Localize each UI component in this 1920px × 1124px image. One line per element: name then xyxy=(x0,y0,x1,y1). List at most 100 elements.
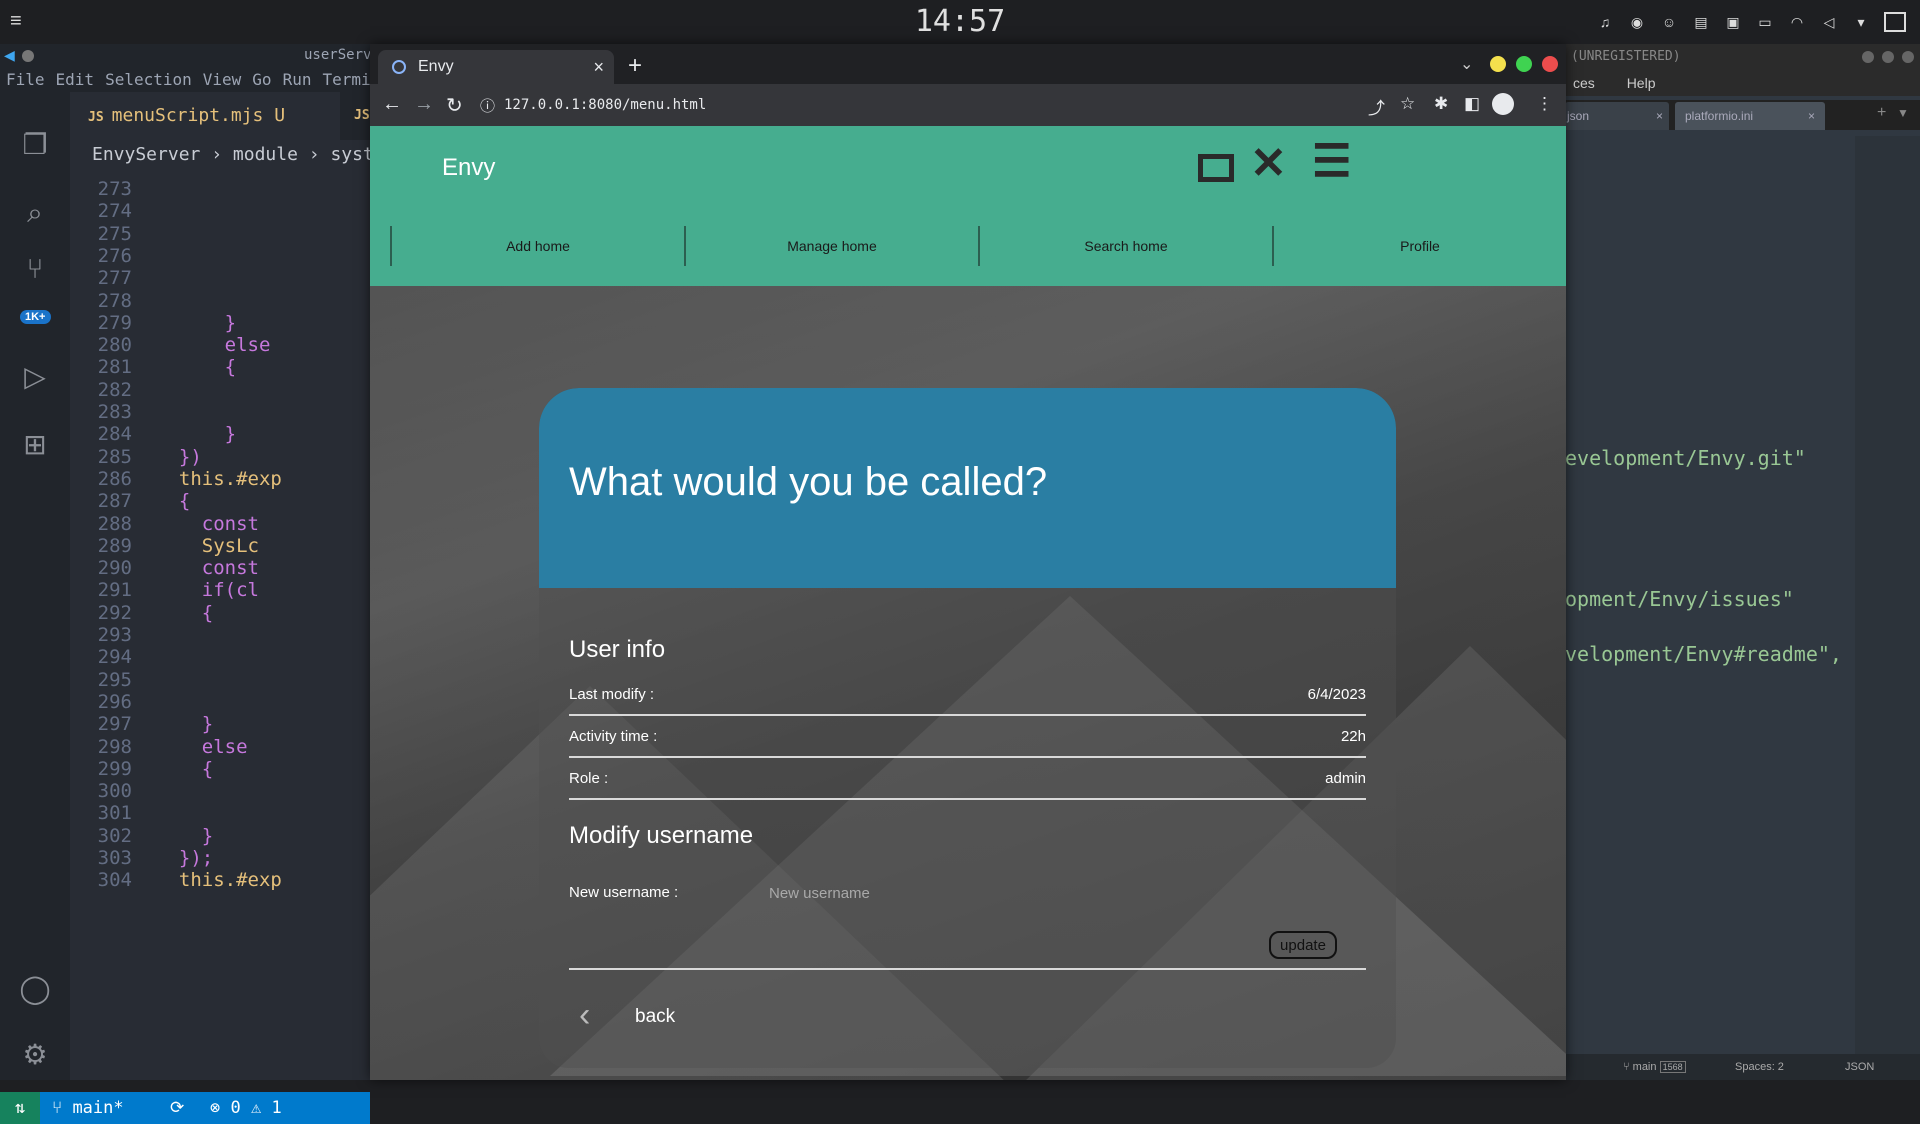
code-line: this.#exp xyxy=(156,467,282,490)
tab-search-icon[interactable]: ⌄ xyxy=(1460,54,1473,74)
menu-go[interactable]: Go xyxy=(252,68,271,92)
battery-icon[interactable]: ▭ xyxy=(1756,13,1774,31)
forward-arrow-icon[interactable]: → xyxy=(414,93,434,116)
minimap[interactable] xyxy=(1855,136,1920,1056)
browser-menu-icon[interactable]: ⋮ xyxy=(1536,94,1553,114)
window-button[interactable] xyxy=(1862,51,1874,63)
sync-icon[interactable]: ⟳ xyxy=(170,1092,184,1124)
reload-icon[interactable]: ↻ xyxy=(446,93,463,118)
problems-indicator[interactable]: ⊗ 0 ⚠ 1 xyxy=(210,1092,282,1124)
indentation[interactable]: Spaces: 2 xyxy=(1735,1054,1784,1080)
window-square-icon[interactable] xyxy=(1198,154,1234,182)
new-tab-icon[interactable]: + xyxy=(1877,104,1886,122)
close-icon[interactable]: ✕ xyxy=(1250,138,1287,189)
disk-icon[interactable]: ▣ xyxy=(1724,13,1742,31)
tab-second[interactable]: JS xyxy=(354,92,370,140)
menu-view[interactable]: View xyxy=(203,68,242,92)
system-tray: ♫ ◉ ☺ ▤ ▣ ▭ ◠ ◁ ▾ xyxy=(1596,12,1906,32)
code-line: SysLc xyxy=(156,534,259,557)
minimize-button[interactable] xyxy=(1490,56,1506,72)
code-line: } xyxy=(156,824,214,847)
volume-muted-icon[interactable]: ◁ xyxy=(1820,13,1838,31)
chevron-down-icon[interactable]: ▾ xyxy=(1852,13,1870,31)
breadcrumb-item[interactable]: module xyxy=(233,144,298,165)
steam-icon[interactable]: ◉ xyxy=(1628,13,1646,31)
notification-icon[interactable]: ♫ xyxy=(1596,13,1614,31)
line-number: 291 xyxy=(97,579,132,602)
git-branch[interactable]: ⑂ main 1568 xyxy=(1623,1054,1686,1080)
wifi-icon[interactable]: ◠ xyxy=(1788,13,1806,31)
nav-profile[interactable]: Profile xyxy=(1272,226,1566,266)
browser-toolbar: ← → ↻ ⓘ 127.0.0.1:8080/menu.html ⤴ ☆ ✱ ◧… xyxy=(370,84,1566,126)
run-debug-icon[interactable]: ▷ xyxy=(18,360,52,394)
remote-icon[interactable]: ⇅ xyxy=(0,1092,40,1124)
nav-manage-home[interactable]: Manage home xyxy=(684,226,978,266)
line-number: 283 xyxy=(97,401,132,423)
sublime-title: (UNREGISTERED) xyxy=(1571,49,1681,64)
menu-file[interactable]: File xyxy=(6,68,45,92)
tab-dropdown-icon[interactable]: ▼ xyxy=(1897,106,1909,120)
window-button[interactable] xyxy=(1882,51,1894,63)
maximize-button[interactable] xyxy=(1516,56,1532,72)
extensions-icon[interactable]: ⊞ xyxy=(18,428,52,462)
address-bar[interactable]: 127.0.0.1:8080/menu.html xyxy=(504,90,1404,120)
tab-menuscript[interactable]: JS menuScript.mjs U xyxy=(70,92,340,140)
breadcrumb-item[interactable]: EnvyServer xyxy=(92,144,200,165)
settings-gear-icon[interactable]: ⚙ xyxy=(18,1038,52,1072)
line-number: 299 xyxy=(97,757,132,780)
tab-json[interactable]: json × xyxy=(1565,102,1669,130)
brand-title[interactable]: Envy xyxy=(442,154,495,182)
clipboard-icon[interactable]: ▤ xyxy=(1692,13,1710,31)
new-tab-icon[interactable]: + xyxy=(628,52,642,80)
explorer-icon[interactable]: ❐ xyxy=(18,128,52,162)
show-desktop-icon[interactable] xyxy=(1884,12,1906,32)
menu-run[interactable]: Run xyxy=(283,68,312,92)
chevron-left-icon[interactable]: ‹ xyxy=(579,996,590,1035)
back-arrow-icon[interactable]: ← xyxy=(382,93,402,116)
syntax-mode[interactable]: JSON xyxy=(1845,1054,1874,1080)
branch-name: main* xyxy=(72,1098,124,1118)
extensions-icon[interactable]: ✱ xyxy=(1434,94,1448,114)
search-icon[interactable]: ⌕ xyxy=(18,196,52,230)
line-number: 273 xyxy=(97,178,132,200)
menu-selection[interactable]: Selection xyxy=(105,68,192,92)
code-line: { xyxy=(156,757,214,780)
close-icon[interactable]: × xyxy=(1808,102,1815,130)
nav-add-home[interactable]: Add home xyxy=(390,226,684,266)
git-branch[interactable]: ⑂ main* xyxy=(52,1092,124,1124)
new-username-label: New username : xyxy=(569,884,679,901)
discord-icon[interactable]: ☺ xyxy=(1660,13,1678,31)
update-button[interactable]: update xyxy=(1269,931,1337,959)
share-icon[interactable]: ⤴ xyxy=(1368,94,1385,119)
code-line: else xyxy=(156,735,248,758)
new-username-input[interactable] xyxy=(769,881,1169,905)
side-panel-icon[interactable]: ◧ xyxy=(1464,94,1480,114)
line-number: 297 xyxy=(97,713,132,736)
line-number: 276 xyxy=(97,244,132,267)
menu-edit[interactable]: Edit xyxy=(56,68,95,92)
tab-platformio[interactable]: platformio.ini × xyxy=(1675,102,1825,130)
source-control-icon[interactable]: ⑂ xyxy=(18,252,52,286)
menu-preferences[interactable]: ces xyxy=(1573,75,1595,91)
branch-name: main xyxy=(1632,1061,1657,1073)
close-icon[interactable]: × xyxy=(1656,102,1663,130)
bookmark-star-icon[interactable]: ☆ xyxy=(1400,94,1415,114)
browser-tab[interactable]: Envy × xyxy=(378,50,614,84)
site-info-icon[interactable]: ⓘ xyxy=(480,95,495,116)
profile-avatar-icon[interactable] xyxy=(1492,93,1514,115)
account-icon[interactable]: ◯ xyxy=(18,972,52,1006)
back-link[interactable]: back xyxy=(635,1006,675,1028)
window-button[interactable] xyxy=(1902,51,1914,63)
code-editor[interactable]: 273 274 275 276 277 278 279 } 280 else 281 {282 2… xyxy=(70,170,370,1090)
code-line: }) xyxy=(156,445,202,468)
close-tab-icon[interactable]: × xyxy=(593,50,604,84)
line-number: 300 xyxy=(97,780,132,803)
line-number: 287 xyxy=(97,490,132,513)
line-number: 293 xyxy=(97,624,132,646)
menu-help[interactable]: Help xyxy=(1627,75,1656,91)
breadcrumb-item[interactable]: syste xyxy=(330,144,370,165)
close-window-button[interactable] xyxy=(1542,56,1558,72)
code-line: { xyxy=(156,490,191,513)
hamburger-menu-icon[interactable]: ☰ xyxy=(1312,136,1351,187)
nav-search-home[interactable]: Search home xyxy=(978,226,1272,266)
